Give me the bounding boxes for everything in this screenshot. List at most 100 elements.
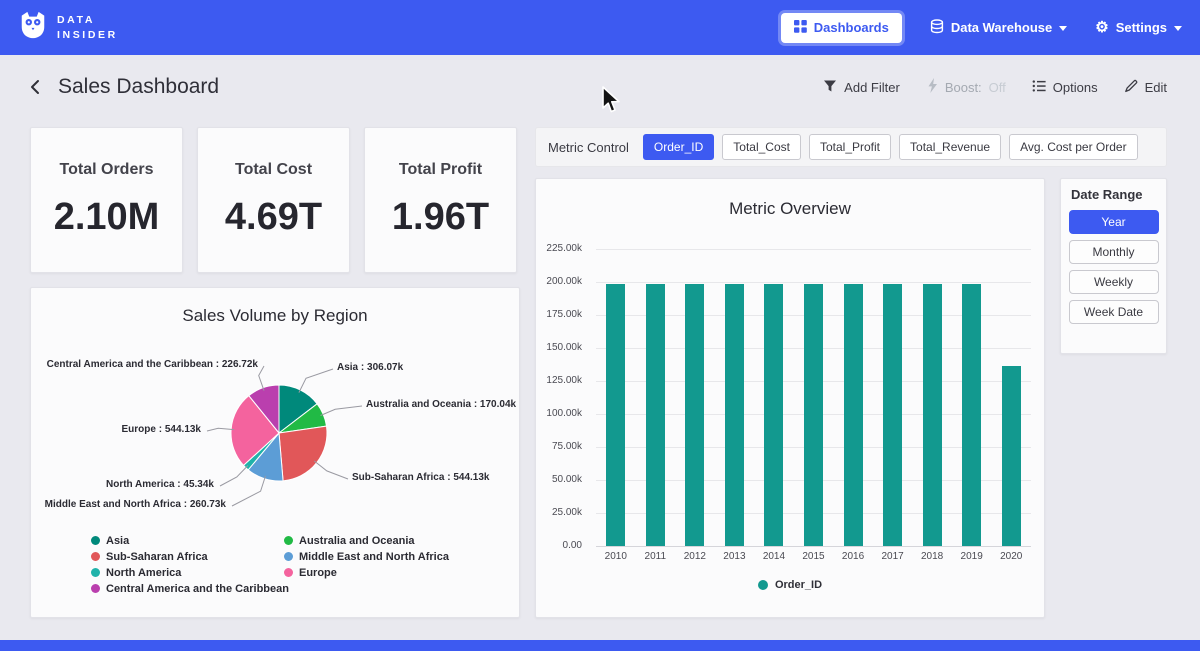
bar-2013[interactable] xyxy=(725,284,744,546)
brand[interactable]: DATA INSIDER xyxy=(18,10,118,45)
kpi-card-total-profit: Total Profit 1.96T xyxy=(364,127,517,273)
y-tick-label: 125.00k xyxy=(536,375,582,386)
legend-label: Middle East and North Africa xyxy=(299,551,449,563)
kpi-label: Total Profit xyxy=(399,161,482,179)
pie-leader-line xyxy=(259,366,264,391)
x-tick-label: 2010 xyxy=(596,551,636,562)
add-filter-button[interactable]: Add Filter xyxy=(823,79,900,96)
metric-button-total-profit[interactable]: Total_Profit xyxy=(809,134,891,160)
legend-dot xyxy=(284,536,293,545)
pie-legend-item[interactable]: Middle East and North Africa xyxy=(284,551,449,562)
pie-legend-item[interactable]: Central America and the Caribbean xyxy=(91,583,289,594)
bar-2019[interactable] xyxy=(962,284,981,546)
boost-toggle[interactable]: Boost: Off xyxy=(926,78,1006,96)
options-label: Options xyxy=(1053,80,1098,95)
kpi-value: 4.69T xyxy=(225,196,322,239)
bar-x-axis: 2010201120122013201420152016201720182019… xyxy=(596,551,1031,565)
date-range-year[interactable]: Year xyxy=(1069,210,1159,234)
metric-control-label: Metric Control xyxy=(548,140,629,155)
y-tick-label: 0.00 xyxy=(536,540,582,551)
bar-2016[interactable] xyxy=(844,284,863,546)
pie-legend-item[interactable]: Australia and Oceania xyxy=(284,535,449,546)
pie-leader-line xyxy=(314,461,348,479)
bar-2015[interactable] xyxy=(804,284,823,546)
page-title: Sales Dashboard xyxy=(58,75,219,99)
pie-leader-line xyxy=(299,369,333,393)
metric-button-order-id[interactable]: Order_ID xyxy=(643,134,714,160)
kpi-value: 2.10M xyxy=(54,196,160,239)
data-warehouse-label: Data Warehouse xyxy=(951,20,1052,35)
legend-label: Asia xyxy=(106,535,129,547)
metric-button-total-revenue[interactable]: Total_Revenue xyxy=(899,134,1001,160)
legend-dot xyxy=(91,568,100,577)
edit-button[interactable]: Edit xyxy=(1124,79,1167,96)
database-icon xyxy=(930,19,944,37)
legend-label: Order_ID xyxy=(775,579,822,591)
metric-button-total-cost[interactable]: Total_Cost xyxy=(722,134,801,160)
y-tick-label: 100.00k xyxy=(536,408,582,419)
bar-2011[interactable] xyxy=(646,284,665,546)
y-tick-label: 225.00k xyxy=(536,243,582,254)
x-tick-label: 2017 xyxy=(873,551,913,562)
legend-dot xyxy=(284,568,293,577)
bar-2014[interactable] xyxy=(764,284,783,546)
legend-label: Australia and Oceania xyxy=(299,535,415,547)
y-tick-label: 200.00k xyxy=(536,276,582,287)
bar-2017[interactable] xyxy=(883,284,902,546)
pencil-icon xyxy=(1124,79,1138,96)
date-range-weekly[interactable]: Weekly xyxy=(1069,270,1159,294)
sales-volume-card: Sales Volume by Region Asia : 306.07kAus… xyxy=(30,287,520,618)
y-tick-label: 25.00k xyxy=(536,507,582,518)
metric-overview-card: Metric Overview 0.0025.00k50.00k75.00k10… xyxy=(535,178,1045,618)
date-range-week-date[interactable]: Week Date xyxy=(1069,300,1159,324)
boost-label: Boost: xyxy=(945,80,982,95)
pie-legend-item[interactable]: Sub-Saharan Africa xyxy=(91,551,289,562)
date-range-monthly[interactable]: Monthly xyxy=(1069,240,1159,264)
boost-value: Off xyxy=(989,80,1006,95)
legend-dot xyxy=(91,552,100,561)
x-tick-label: 2013 xyxy=(715,551,755,562)
pie-slice-sub-saharan-africa[interactable] xyxy=(279,426,327,481)
kpi-label: Total Cost xyxy=(235,161,312,179)
x-tick-label: 2019 xyxy=(952,551,992,562)
kpi-card-total-orders: Total Orders 2.10M xyxy=(30,127,183,273)
data-warehouse-menu[interactable]: Data Warehouse xyxy=(930,19,1067,37)
bar-2018[interactable] xyxy=(923,284,942,546)
pie-legend-item[interactable]: Europe xyxy=(284,567,449,578)
bar-2010[interactable] xyxy=(606,284,625,546)
add-filter-label: Add Filter xyxy=(844,80,900,95)
bar-2012[interactable] xyxy=(685,284,704,546)
legend-dot xyxy=(91,536,100,545)
bar-legend[interactable]: Order_ID xyxy=(536,579,1044,591)
pie-legend-item[interactable]: North America xyxy=(91,567,289,578)
metric-control-bar: Metric Control Order_ID Total_Cost Total… xyxy=(535,127,1167,167)
pie-legend-item[interactable]: Asia xyxy=(91,535,289,546)
page-header: Sales Dashboard Add Filter Boost: Off xyxy=(0,55,1200,119)
x-tick-label: 2020 xyxy=(991,551,1031,562)
x-tick-label: 2012 xyxy=(675,551,715,562)
legend-label: Sub-Saharan Africa xyxy=(106,551,208,563)
settings-label: Settings xyxy=(1116,20,1167,35)
legend-label: North America xyxy=(106,567,181,579)
gridline xyxy=(596,546,1031,547)
bar-2020[interactable] xyxy=(1002,366,1021,546)
back-button[interactable] xyxy=(24,75,48,99)
legend-dot xyxy=(284,552,293,561)
options-button[interactable]: Options xyxy=(1032,79,1098,96)
kpi-label: Total Orders xyxy=(60,161,154,179)
chevron-left-icon xyxy=(28,79,44,95)
pie-leader-line xyxy=(321,406,363,416)
gridline xyxy=(596,282,1031,283)
dashboards-button[interactable]: Dashboards xyxy=(781,13,902,43)
y-tick-label: 175.00k xyxy=(536,309,582,320)
metric-button-avg-cost-per-order[interactable]: Avg. Cost per Order xyxy=(1009,134,1138,160)
bar-plot-area xyxy=(596,249,1031,546)
x-tick-label: 2015 xyxy=(794,551,834,562)
chevron-down-icon xyxy=(1059,26,1067,31)
edit-label: Edit xyxy=(1145,80,1167,95)
settings-menu[interactable]: ⚙ Settings xyxy=(1095,20,1182,35)
y-tick-label: 150.00k xyxy=(536,342,582,353)
legend-label: Europe xyxy=(299,567,337,579)
navbar: DATA INSIDER Dashboards xyxy=(0,0,1200,55)
pie-leader-line xyxy=(220,466,248,487)
